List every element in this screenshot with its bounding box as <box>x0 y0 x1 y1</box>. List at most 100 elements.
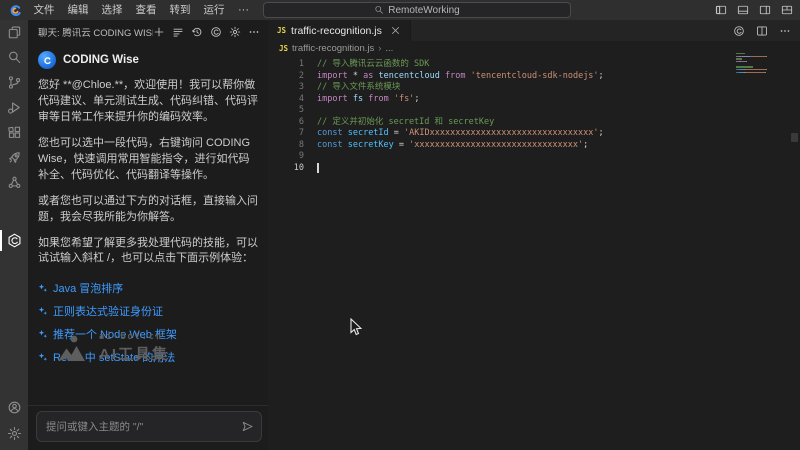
code-line[interactable]: 3// 导入文件系统模块 <box>268 82 800 94</box>
activity-item-coding-wise[interactable] <box>0 228 28 253</box>
breadcrumb[interactable]: JS traffic-recognition.js › ... <box>268 41 800 56</box>
breadcrumb-symbol[interactable]: ... <box>385 43 393 54</box>
command-center-search[interactable]: RemoteWorking <box>263 2 571 18</box>
wise-logo-icon[interactable] <box>210 26 222 38</box>
example-link[interactable]: Java 冒泡排序 <box>38 280 258 296</box>
code-token: fs <box>353 94 363 104</box>
sparkle-icon <box>38 352 48 362</box>
chat-input[interactable] <box>36 411 262 442</box>
settings-icon[interactable] <box>229 26 241 38</box>
menu-item[interactable]: 查看 <box>129 0 163 20</box>
activity-item-search[interactable] <box>0 45 28 70</box>
code-token: ; <box>583 140 588 150</box>
code-token: 'fs' <box>394 94 414 104</box>
line-number[interactable]: 8 <box>268 140 317 152</box>
toggle-panel-icon[interactable] <box>737 4 749 16</box>
code-line[interactable]: 1// 导入腾讯云云函数的 SDK <box>268 59 800 71</box>
menu-more-button[interactable]: ··· <box>231 4 256 16</box>
minimap-line <box>736 69 786 70</box>
code-line[interactable]: 9 <box>268 151 800 163</box>
more-icon[interactable] <box>248 26 260 38</box>
minimap[interactable] <box>736 53 786 80</box>
activity-item-source-control[interactable] <box>0 70 28 95</box>
activity-item-run-debug[interactable] <box>0 95 28 120</box>
code-token: 'tencentcloud-sdk-nodejs' <box>471 71 599 81</box>
line-number[interactable]: 2 <box>268 71 317 83</box>
minimap-seg <box>745 69 766 70</box>
code-line[interactable]: 5 <box>268 105 800 117</box>
line-number[interactable]: 10 <box>268 163 317 175</box>
line-number[interactable]: 7 <box>268 128 317 140</box>
source-control-icon <box>7 75 22 90</box>
toggle-primary-sidebar-icon[interactable] <box>715 4 727 16</box>
code-line[interactable]: 6// 定义并初始化 secretId 和 secretKey <box>268 117 800 129</box>
menu-item[interactable]: 选择 <box>95 0 129 20</box>
sparkle-icon <box>38 306 48 316</box>
customize-layout-icon[interactable] <box>781 4 793 16</box>
line-number[interactable]: 4 <box>268 94 317 106</box>
code-token: tencentcloud <box>378 71 439 81</box>
js-file-icon: JS <box>279 44 288 53</box>
activity-item-explorer[interactable] <box>0 20 28 45</box>
minimap-seg <box>736 66 753 67</box>
code-token: from <box>445 71 465 81</box>
chat-input-area <box>28 405 268 450</box>
split-editor-icon[interactable] <box>756 25 768 37</box>
line-number[interactable]: 5 <box>268 105 317 117</box>
history-icon[interactable] <box>191 26 203 38</box>
minimap-seg <box>736 58 742 59</box>
code-token: as <box>363 71 373 81</box>
coding-logo-icon <box>9 4 22 17</box>
line-number[interactable]: 6 <box>268 117 317 129</box>
wise-logo-icon[interactable] <box>733 25 745 37</box>
line-number[interactable]: 1 <box>268 59 317 71</box>
menu-item[interactable]: 运行 <box>197 0 231 20</box>
activity-item-extensions[interactable] <box>0 120 28 145</box>
menu-item[interactable]: 编辑 <box>61 0 95 20</box>
code-token: = <box>389 128 404 138</box>
settings-icon <box>7 426 22 441</box>
activity-item-cluster[interactable] <box>0 170 28 195</box>
scrollbar-thumb[interactable] <box>791 133 798 142</box>
toggle-secondary-sidebar-icon[interactable] <box>759 4 771 16</box>
line-number[interactable]: 3 <box>268 82 317 94</box>
minimap-seg <box>766 69 767 70</box>
minimap-line <box>736 56 786 57</box>
tab-traffic-recognition[interactable]: JS traffic-recognition.js <box>268 20 411 41</box>
minimap-line <box>736 61 786 62</box>
js-file-icon: JS <box>277 26 286 35</box>
breadcrumb-file[interactable]: traffic-recognition.js <box>292 43 374 54</box>
code-token: // 导入腾讯云云函数的 SDK <box>317 59 429 69</box>
title-bar: 文件编辑选择查看转到运行 ··· RemoteWorking <box>0 0 800 20</box>
coding-wise-icon <box>7 233 22 248</box>
minimap-seg <box>746 72 765 73</box>
more-icon[interactable] <box>779 25 791 37</box>
line-number[interactable]: 9 <box>268 151 317 163</box>
new-chat-icon[interactable] <box>153 26 165 38</box>
code-token: // 定义并初始化 secretId 和 secretKey <box>317 117 494 127</box>
breadcrumb-chevron: › <box>378 43 381 54</box>
code-text: import fs from 'fs'; <box>317 94 419 106</box>
menu-item[interactable]: 转到 <box>163 0 197 20</box>
close-tab-icon[interactable] <box>390 25 401 36</box>
vscode-window: 文件编辑选择查看转到运行 ··· RemoteWorking 聊天: 腾讯云 C… <box>0 0 800 450</box>
code-editor[interactable]: 1// 导入腾讯云云函数的 SDK2import * as tencentclo… <box>268 56 800 174</box>
tab-bar: JS traffic-recognition.js <box>268 20 800 41</box>
example-link[interactable]: 正则表达式验证身份证 <box>38 303 258 319</box>
code-line[interactable]: 7const secretId = 'AKIDxxxxxxxxxxxxxxxxx… <box>268 128 800 140</box>
code-line[interactable]: 10 <box>268 163 800 175</box>
minimap-line <box>736 64 786 65</box>
code-line[interactable]: 4import fs from 'fs'; <box>268 94 800 106</box>
code-token: secretId <box>348 128 389 138</box>
menu-item[interactable]: 文件 <box>27 0 61 20</box>
code-line[interactable]: 8const secretKey = 'xxxxxxxxxxxxxxxxxxxx… <box>268 140 800 152</box>
send-icon[interactable] <box>241 420 254 433</box>
sparkle-icon <box>38 329 48 339</box>
activity-item-settings[interactable] <box>0 420 28 446</box>
chat-list-icon[interactable] <box>172 26 184 38</box>
cluster-icon <box>7 175 22 190</box>
code-line[interactable]: 2import * as tencentcloud from 'tencentc… <box>268 71 800 83</box>
minimap-seg <box>746 61 747 62</box>
activity-item-rocket[interactable] <box>0 145 28 170</box>
activity-item-account[interactable] <box>0 394 28 420</box>
